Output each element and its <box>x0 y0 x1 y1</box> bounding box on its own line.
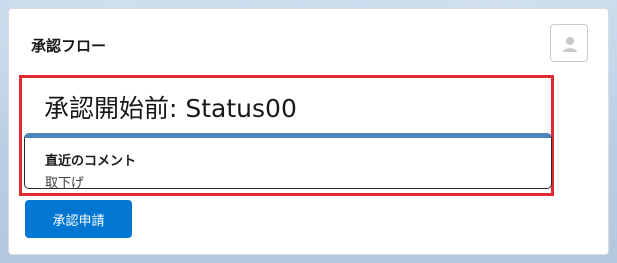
submit-approval-button[interactable]: 承認申請 <box>25 200 132 238</box>
user-avatar-icon <box>563 37 577 52</box>
comment-text: 取下げ <box>45 176 85 191</box>
comment-header: 直近のコメント <box>45 154 137 169</box>
latest-comment-box: 直近のコメント 取下げ <box>24 133 552 191</box>
approval-flow-card: 承認フロー 承認開始前: Status00 直近のコメント 取下げ 承認申請 <box>8 8 609 255</box>
approval-status-text: 承認開始前: Status00 <box>44 94 297 123</box>
card-title: 承認フロー <box>31 37 107 55</box>
user-avatar-button[interactable] <box>550 24 588 62</box>
